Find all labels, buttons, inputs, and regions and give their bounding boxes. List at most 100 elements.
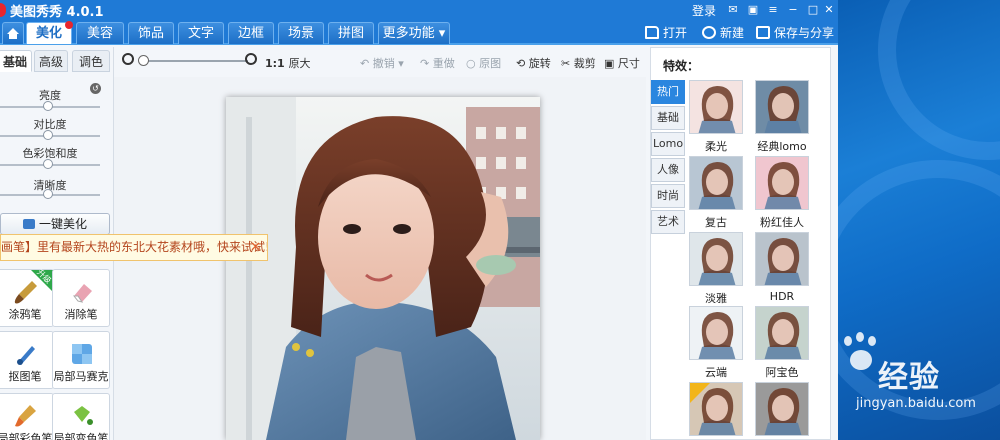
effect-thumbnail[interactable]: [689, 382, 743, 436]
zoom-in-icon[interactable]: [245, 53, 257, 65]
tool-label: 局部彩色笔: [0, 432, 53, 440]
image-toolbar: 1:1 原大 ↶ 撤销 ▾ ↷ 重做 ○ 原图 ⟲ 旋转 ✂ 裁剪 ▣ 尺寸: [114, 47, 646, 77]
original-image-button[interactable]: ○ 原图: [466, 55, 501, 71]
tool-label: 局部变色笔: [53, 432, 109, 440]
tab-beautify[interactable]: 美化: [26, 21, 73, 44]
login-link[interactable]: 登录: [692, 2, 716, 19]
tool-mosaic[interactable]: 局部马赛克: [52, 331, 110, 389]
tool-doodle-pen[interactable]: 升级 涂鸦笔: [0, 268, 54, 327]
save-share-button[interactable]: 保存与分享: [756, 23, 834, 43]
category-basic[interactable]: 基础: [651, 106, 685, 130]
brightness-slider-knob[interactable]: [43, 101, 53, 111]
contrast-slider-knob[interactable]: [43, 130, 53, 140]
close-tip-icon[interactable]: ✕: [250, 235, 261, 260]
folder-icon: [645, 26, 659, 39]
tip-text: 画笔】里有最新大热的东北大花素材哦，快来试试!: [1, 240, 268, 254]
effect-thumbnail[interactable]: [689, 156, 743, 210]
rotate-button[interactable]: ⟲ 旋转: [516, 55, 551, 71]
home-tab[interactable]: [2, 22, 24, 44]
zoom-out-icon[interactable]: [122, 53, 134, 65]
wallpaper-swirl: [878, 0, 1000, 160]
save-icon: [756, 26, 770, 39]
save-label: 保存与分享: [774, 26, 835, 40]
redo-button[interactable]: ↷ 重做: [420, 55, 455, 71]
subtab-basic[interactable]: 基础: [0, 50, 32, 72]
effect-label: 粉红佳人: [760, 216, 804, 229]
message-icon[interactable]: ✉: [726, 3, 740, 16]
crop-button[interactable]: ✂ 裁剪: [561, 55, 596, 71]
undo-label: 撤销: [372, 57, 395, 70]
effect-thumbnail[interactable]: [689, 232, 743, 286]
main-menu-bar: 美化 美容 饰品 文字 边框 场景 拼图 更多功能 ▾ 打开 新建 保存与分享: [0, 20, 838, 45]
category-popular[interactable]: 热门: [651, 80, 685, 104]
sharpness-slider-knob[interactable]: [43, 189, 53, 199]
effect-thumbnail[interactable]: [755, 80, 809, 134]
undo-button[interactable]: ↶ 撤销 ▾: [360, 55, 404, 71]
tab-accessories[interactable]: 饰品: [128, 22, 174, 44]
one-key-label: 一键美化: [38, 217, 87, 231]
tab-border[interactable]: 边框: [228, 22, 274, 44]
tab-text[interactable]: 文字: [178, 22, 224, 44]
color-brush-icon: [15, 405, 36, 427]
tab-scene[interactable]: 场景: [278, 22, 324, 44]
category-fashion[interactable]: 时尚: [651, 184, 685, 208]
crop-label: 裁剪: [573, 57, 596, 70]
subtab-color[interactable]: 调色: [72, 50, 110, 72]
category-lomo[interactable]: Lomo: [651, 132, 685, 156]
tab-collage[interactable]: 拼图: [328, 22, 374, 44]
edited-photo[interactable]: [226, 97, 540, 440]
effect-label: 经典lomo: [757, 140, 807, 153]
subtab-advanced[interactable]: 高级: [34, 50, 68, 72]
app-logo-icon: [0, 3, 6, 17]
resize-button[interactable]: ▣ 尺寸: [604, 55, 640, 71]
effect-label: HDR: [769, 290, 795, 303]
effect-thumbnail[interactable]: [755, 306, 809, 360]
effect-thumbnail[interactable]: [755, 382, 809, 436]
watermark-brand: 经验: [878, 360, 940, 395]
ratio-label: 1:1: [265, 57, 285, 70]
saturation-slider-knob[interactable]: [43, 159, 53, 169]
tool-eraser-pen[interactable]: 消除笔: [52, 269, 110, 327]
category-art[interactable]: 艺术: [651, 210, 685, 234]
tab-more-features[interactable]: 更多功能 ▾: [378, 22, 450, 44]
maximize-icon[interactable]: □: [806, 3, 820, 16]
effect-preview-photo: [764, 312, 802, 359]
menu-icon[interactable]: ≡: [766, 3, 780, 16]
cutout-pen-icon: [17, 346, 35, 365]
paint-bucket-icon: [74, 406, 93, 425]
effect-preview-photo: [698, 312, 736, 359]
zoom-slider-knob[interactable]: [138, 55, 149, 66]
meitu-app-window: 美图秀秀 4.0.1 登录 ✉ ▣ ≡ − □ ✕ 美化 美容 饰品 文字 边框…: [0, 0, 838, 440]
actual-size-button[interactable]: 1:1 原大: [265, 55, 311, 71]
effect-preview-photo: [764, 238, 802, 285]
effect-label: 柔光: [705, 140, 727, 153]
minimize-icon[interactable]: −: [786, 3, 800, 16]
new-button[interactable]: 新建: [702, 23, 744, 43]
mosaic-icon: [72, 344, 92, 364]
zoom-slider[interactable]: [143, 60, 248, 62]
effect-preview-photo: [764, 162, 802, 209]
effect-label: 云端: [705, 366, 727, 379]
effect-label: 淡雅: [705, 292, 727, 305]
effect-thumbnail[interactable]: [689, 306, 743, 360]
desktop-background: 经验 jingyan.baidu.com: [838, 0, 1000, 440]
baidu-watermark: 经验 jingyan.baidu.com: [838, 330, 1000, 440]
tool-partial-color-pen[interactable]: 局部彩色笔: [0, 393, 54, 440]
effect-label: 复古: [705, 216, 727, 229]
open-button[interactable]: 打开: [645, 23, 687, 43]
eraser-icon: [72, 284, 92, 303]
tab-label: 美化: [35, 26, 62, 41]
tool-cutout-pen[interactable]: 抠图笔: [0, 331, 54, 389]
effect-thumbnail[interactable]: [755, 156, 809, 210]
close-icon[interactable]: ✕: [822, 3, 836, 16]
tab-cosmetic[interactable]: 美容: [76, 22, 124, 44]
effect-thumbnail[interactable]: [755, 232, 809, 286]
one-key-beautify-button[interactable]: 一键美化: [0, 213, 110, 235]
open-label: 打开: [663, 26, 688, 40]
skin-icon[interactable]: ▣: [746, 3, 760, 16]
category-portrait[interactable]: 人像: [651, 158, 685, 182]
title-bar: 美图秀秀 4.0.1 登录 ✉ ▣ ≡ − □ ✕: [0, 0, 838, 20]
effect-thumbnail[interactable]: [689, 80, 743, 134]
tool-label: 涂鸦笔: [8, 308, 42, 321]
tool-partial-recolor-pen[interactable]: 局部变色笔: [52, 393, 110, 440]
